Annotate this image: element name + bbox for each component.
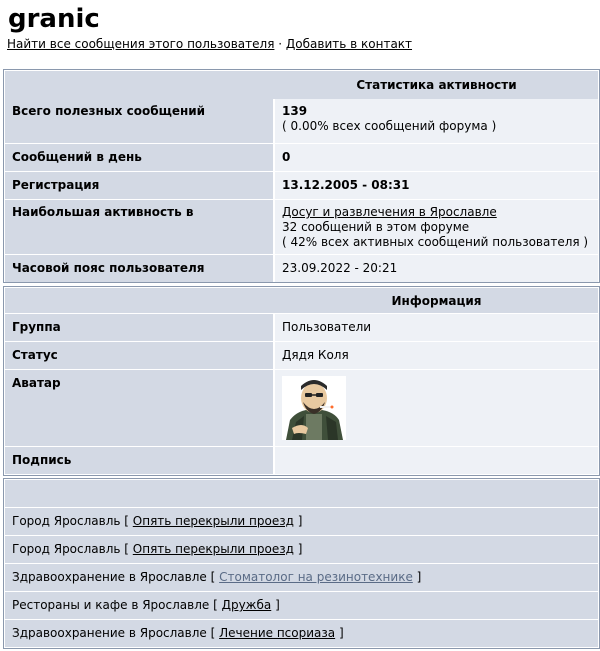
info-row-signature: Подпись: [5, 447, 598, 474]
most-active-label: Наибольшая активность в: [12, 205, 194, 219]
cartoon-man-avatar-icon: [282, 376, 346, 440]
registration-label: Регистрация: [12, 178, 100, 192]
activity-stats-title: Статистика активности: [356, 78, 517, 92]
link-separator: ·: [278, 37, 283, 51]
info-row-group: Группа Пользователи: [5, 314, 598, 341]
post-forum-name: Рестораны и кафе в Ярославле: [12, 598, 210, 612]
info-panel: Информация Группа Пользователи Статус Дя…: [3, 286, 600, 476]
post-topic-link[interactable]: Опять перекрыли проезд: [133, 514, 294, 528]
profile-links: Найти все сообщения этого пользователя ·…: [7, 36, 412, 52]
group-value: Пользователи: [282, 320, 372, 334]
activity-stats-panel: Статистика активности Всего полезных соо…: [3, 69, 600, 283]
recent-post-row: Город Ярославль [ Опять перекрыли проезд…: [5, 536, 598, 563]
most-active-percent: ( 42% всех активных сообщений пользовате…: [282, 235, 589, 249]
total-posts-label: Всего полезных сообщений: [12, 104, 206, 118]
post-topic-link[interactable]: Лечение псориаза: [219, 626, 335, 640]
stats-row-most-active: Наибольшая активность в Досуг и развлече…: [5, 200, 598, 254]
recent-post-row: Рестораны и кафе в Ярославле [ Дружба ]: [5, 592, 598, 619]
most-active-count: 32 сообщений в этом форуме: [282, 220, 470, 234]
username-title: granic: [8, 4, 100, 34]
recent-post-row: Город Ярославль [ Опять перекрыли проезд…: [5, 508, 598, 535]
post-forum-name: Город Ярославль: [12, 542, 121, 556]
registration-value: 13.12.2005 - 08:31: [282, 178, 410, 192]
post-forum-name: Здравоохранение в Ярославле: [12, 570, 207, 584]
post-forum-name: Город Ярославль: [12, 514, 121, 528]
find-posts-link[interactable]: Найти все сообщения этого пользователя: [7, 37, 274, 51]
status-value: Дядя Коля: [282, 348, 349, 362]
avatar-label: Аватар: [12, 376, 61, 390]
info-row-status: Статус Дядя Коля: [5, 342, 598, 369]
timezone-label: Часовой пояс пользователя: [12, 261, 205, 275]
info-header: Информация: [5, 288, 598, 313]
total-posts-percent: ( 0.00% всех сообщений форума ): [282, 119, 497, 133]
add-contact-link[interactable]: Добавить в контакт: [286, 37, 412, 51]
post-topic-link[interactable]: Дружба: [222, 598, 272, 612]
stats-row-registration: Регистрация 13.12.2005 - 08:31: [5, 172, 598, 199]
recent-posts-panel: Город Ярославль [ Опять перекрыли проезд…: [3, 478, 600, 649]
signature-label: Подпись: [12, 453, 72, 467]
total-posts-value: 139: [282, 104, 308, 118]
posts-per-day-label: Сообщений в день: [12, 150, 142, 164]
activity-stats-header: Статистика активности: [5, 71, 598, 99]
post-forum-name: Здравоохранение в Ярославле: [12, 626, 207, 640]
group-label: Группа: [12, 320, 61, 334]
info-title: Информация: [391, 294, 482, 308]
timezone-value: 23.09.2022 - 20:21: [282, 261, 398, 275]
recent-posts-header: [5, 480, 598, 507]
posts-per-day-value: 0: [282, 150, 291, 164]
recent-post-row: Здравоохранение в Ярославле [ Стоматолог…: [5, 564, 598, 591]
post-topic-link[interactable]: Стоматолог на резинотехнике: [219, 570, 413, 584]
stats-row-per-day: Сообщений в день 0: [5, 144, 598, 171]
recent-post-row: Здравоохранение в Ярославле [ Лечение пс…: [5, 620, 598, 647]
info-row-avatar: Аватар: [5, 370, 598, 446]
post-topic-link[interactable]: Опять перекрыли проезд: [133, 542, 294, 556]
most-active-forum-link[interactable]: Досуг и развлечения в Ярославле: [282, 205, 497, 219]
status-label: Статус: [12, 348, 58, 362]
stats-row-timezone: Часовой пояс пользователя 23.09.2022 - 2…: [5, 255, 598, 282]
stats-row-total: Всего полезных сообщений 139 ( 0.00% все…: [5, 99, 598, 143]
